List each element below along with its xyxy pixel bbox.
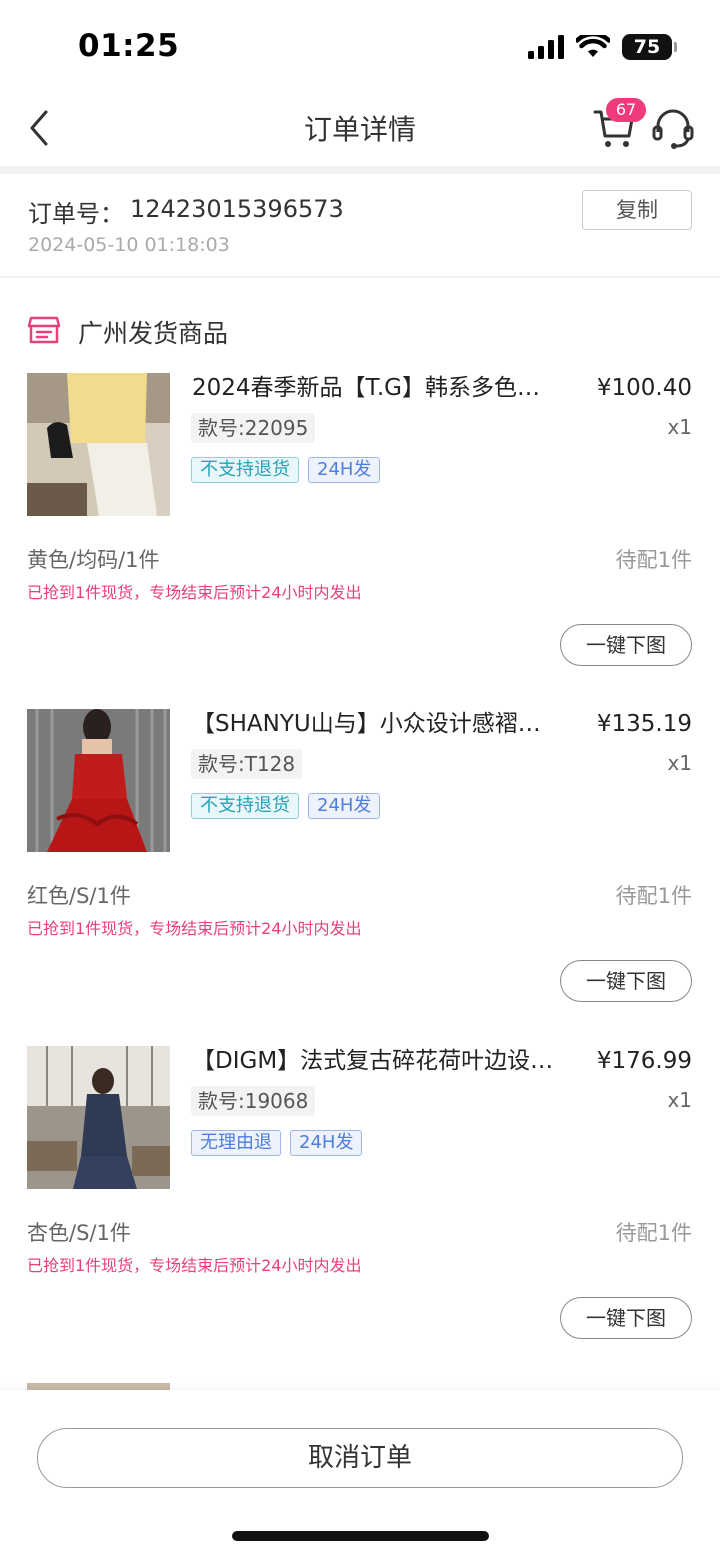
download-images-button[interactable]: 一键下图: [560, 624, 692, 666]
product-stock-note: 已抢到1件现货，专场结束后预计24小时内发出: [27, 583, 362, 602]
product-quantity: x1: [667, 415, 692, 439]
product-tags: 不支持退货 24H发: [191, 793, 381, 819]
product-sku: 款号:T128: [191, 749, 303, 779]
product-price: ¥176.99: [596, 1048, 692, 1074]
bottom-action-bar: 取消订单: [0, 1390, 720, 1558]
tag-no-return: 不支持退货: [191, 793, 299, 819]
product-item: 【SHANYU山与】小众设计感褶… ¥135.19 x1 款号:T128 不支持…: [0, 709, 720, 1045]
product-sku: 款号:19068: [191, 1086, 316, 1116]
home-indicator: [232, 1531, 489, 1541]
product-status: 待配1件: [615, 1221, 692, 1245]
product-spec: 黄色/均码/1件: [27, 548, 160, 572]
status-bar: 01:25 75: [0, 0, 720, 92]
product-thumbnail[interactable]: [27, 373, 170, 516]
battery-indicator: 75: [622, 34, 677, 60]
order-number: 12423015396573: [130, 195, 344, 223]
download-images-button[interactable]: 一键下图: [560, 960, 692, 1002]
product-thumbnail[interactable]: [27, 1046, 170, 1189]
wifi-icon: [576, 35, 610, 57]
product-price: ¥135.19: [596, 711, 692, 737]
product-status: 待配1件: [615, 884, 692, 908]
battery-level: 75: [633, 36, 661, 58]
tag-24h-ship: 24H发: [308, 793, 381, 819]
product-item: 【DIGM】法式复古碎花荷叶边设… ¥176.99 x1 款号:19068 无理…: [0, 1046, 720, 1382]
product-title[interactable]: 2024春季新品【T.G】韩系多色…: [192, 373, 578, 403]
tag-no-return: 不支持退货: [191, 457, 299, 483]
status-time: 01:25: [78, 28, 180, 64]
cart-badge: 67: [606, 98, 646, 122]
tag-24h-ship: 24H发: [308, 457, 381, 483]
product-stock-note: 已抢到1件现货，专场结束后预计24小时内发出: [27, 919, 362, 938]
product-tags: 不支持退货 24H发: [191, 457, 381, 483]
tag-free-return: 无理由退: [191, 1130, 281, 1156]
signal-icon: [528, 35, 564, 59]
product-spec: 红色/S/1件: [27, 884, 131, 908]
product-spec: 杏色/S/1件: [27, 1221, 131, 1245]
product-price: ¥100.40: [596, 375, 692, 401]
product-thumbnail[interactable]: [27, 709, 170, 852]
copy-button[interactable]: 复制: [582, 190, 692, 230]
order-datetime: 2024-05-10 01:18:03: [28, 234, 230, 256]
section-title: 广州发货商品: [78, 319, 229, 348]
cancel-order-button[interactable]: 取消订单: [37, 1428, 683, 1488]
product-tags: 无理由退 24H发: [191, 1130, 363, 1156]
tag-24h-ship: 24H发: [290, 1130, 363, 1156]
status-icons: 75: [528, 34, 677, 60]
shipping-store-icon: [27, 316, 61, 344]
product-quantity: x1: [667, 1088, 692, 1112]
customer-service-icon[interactable]: [652, 106, 694, 150]
product-title[interactable]: 【SHANYU山与】小众设计感褶…: [192, 709, 578, 739]
order-number-label: 订单号：: [28, 200, 124, 228]
product-title[interactable]: 【DIGM】法式复古碎花荷叶边设…: [192, 1046, 578, 1076]
product-status: 待配1件: [615, 548, 692, 572]
download-images-button[interactable]: 一键下图: [560, 1297, 692, 1339]
product-item: 2024春季新品【T.G】韩系多色… ¥100.40 x1 款号:22095 不…: [0, 373, 720, 709]
product-sku: 款号:22095: [191, 413, 316, 443]
nav-bar: 订单详情 67: [0, 92, 720, 166]
product-stock-note: 已抢到1件现货，专场结束后预计24小时内发出: [27, 1256, 362, 1275]
product-quantity: x1: [667, 751, 692, 775]
order-divider: [0, 276, 720, 278]
nav-divider: [0, 166, 720, 174]
